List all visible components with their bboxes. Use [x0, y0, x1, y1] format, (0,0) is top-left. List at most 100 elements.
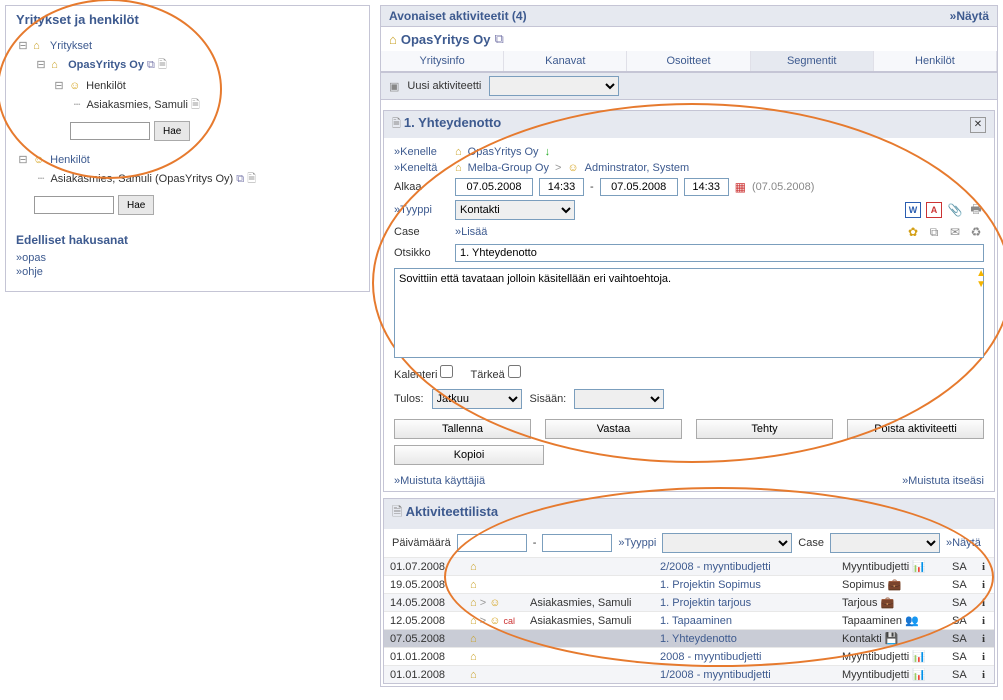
launch-icon[interactable]: ⧉: [147, 59, 155, 71]
table-row[interactable]: 14.05.2008⌂ > ☺Asiakasmies, Samuli1. Pro…: [384, 594, 994, 612]
tab-yritysinfo[interactable]: Yritysinfo: [381, 51, 504, 71]
otsikko-input[interactable]: [455, 244, 984, 262]
vastaa-button[interactable]: Vastaa: [545, 419, 682, 439]
launch-icon[interactable]: ⧉: [926, 224, 942, 240]
info-icon[interactable]: i: [976, 576, 994, 594]
person-search-input[interactable]: [34, 196, 114, 214]
tab-kanavat[interactable]: Kanavat: [504, 51, 627, 71]
calendar-icon[interactable]: ▦: [735, 180, 746, 194]
person-name: Asiakasmies, Samuli: [86, 99, 187, 111]
tyyppi-label[interactable]: »Tyyppi: [394, 204, 449, 216]
case-filter-select[interactable]: [830, 533, 940, 553]
kopioi-button[interactable]: Kopioi: [394, 445, 544, 465]
kalenteri-checkbox-label[interactable]: Kalenteri: [394, 365, 456, 381]
tree-person-full[interactable]: ┄ Asiakasmies, Samuli (OpasYritys Oy) ⧉ …: [16, 168, 359, 191]
alkaa-label: Alkaa: [394, 181, 449, 193]
company-search-input[interactable]: [70, 122, 150, 140]
table-row[interactable]: 19.05.2008⌂1. Projektin SopimusSopimus 💼…: [384, 576, 994, 594]
tehty-button[interactable]: Tehty: [696, 419, 833, 439]
pdf-icon[interactable]: A: [926, 202, 942, 218]
row-desc[interactable]: 2/2008 - myyntibudjetti: [654, 558, 836, 576]
gear-icon[interactable]: ✿: [905, 224, 921, 240]
attachment-icon[interactable]: 📎: [947, 202, 963, 218]
prev-searches-title: Edelliset hakusanat: [16, 233, 359, 247]
arrow-down-icon[interactable]: ↓: [545, 146, 551, 158]
tab-osoitteet[interactable]: Osoitteet: [627, 51, 750, 71]
tarkea-checkbox[interactable]: [508, 365, 521, 378]
info-icon[interactable]: i: [976, 594, 994, 612]
doc-icon[interactable]: 🗎: [247, 173, 256, 185]
company-link[interactable]: OpasYritys Oy: [68, 59, 144, 71]
doc-icon[interactable]: 🗎: [191, 99, 200, 111]
sisaan-select[interactable]: [574, 389, 664, 409]
new-activity-select[interactable]: [489, 76, 619, 96]
notes-textarea[interactable]: Sovittiin että tavataan jolloin käsitell…: [394, 268, 984, 358]
tree-persons-root[interactable]: ⊟ ☺ Henkilöt: [16, 151, 359, 168]
kenelta-org[interactable]: Melba-Group Oy: [468, 162, 549, 174]
row-desc[interactable]: 1. Projektin tarjous: [654, 594, 836, 612]
end-time-input[interactable]: [684, 178, 729, 196]
kalenteri-checkbox[interactable]: [440, 365, 453, 378]
scroll-up-icon[interactable]: ▲: [976, 268, 986, 279]
doc-icon[interactable]: 🗎: [158, 59, 167, 71]
word-icon[interactable]: W: [905, 202, 921, 218]
row-icons: ⌂: [464, 558, 524, 576]
table-row[interactable]: 07.05.2008⌂1. YhteydenottoKontakti 💾SAi: [384, 630, 994, 648]
table-row[interactable]: 01.01.2008⌂1/2008 - myyntibudjettiMyynti…: [384, 666, 994, 684]
kenelle-label[interactable]: »Kenelle: [394, 146, 449, 158]
mail-icon[interactable]: ✉: [947, 224, 963, 240]
scroll-down-icon[interactable]: ▼: [976, 279, 986, 290]
remind-self-link[interactable]: »Muistuta itseäsi: [902, 475, 984, 487]
tab-henkilot[interactable]: Henkilöt: [874, 51, 997, 71]
kenelta-label[interactable]: »Keneltä: [394, 162, 449, 174]
row-desc[interactable]: 1/2008 - myyntibudjetti: [654, 666, 836, 684]
tallenna-button[interactable]: Tallenna: [394, 419, 531, 439]
recycle-icon[interactable]: ♻: [968, 224, 984, 240]
table-row[interactable]: 01.01.2008⌂2008 - myyntibudjettiMyyntibu…: [384, 648, 994, 666]
row-desc[interactable]: 1. Tapaaminen: [654, 612, 836, 630]
show-list-link[interactable]: »Näytä: [946, 537, 981, 549]
tree-company[interactable]: ⊟ ⌂ OpasYritys Oy ⧉ 🗎: [16, 54, 359, 77]
prev-search-item[interactable]: »opas: [16, 251, 359, 265]
row-desc[interactable]: 1. Yhteydenotto: [654, 630, 836, 648]
table-row[interactable]: 12.05.2008⌂ > ☺ calAsiakasmies, Samuli1.…: [384, 612, 994, 630]
tree-companies-root[interactable]: ⊟ ⌂ Yritykset: [16, 37, 359, 54]
print-icon[interactable]: 🖶: [968, 202, 984, 218]
activity-list-table: 01.07.2008⌂2/2008 - myyntibudjettiMyynti…: [384, 557, 994, 683]
company-search-button[interactable]: Hae: [154, 121, 190, 141]
person-search-button[interactable]: Hae: [118, 195, 154, 215]
info-icon[interactable]: i: [976, 630, 994, 648]
poista-button[interactable]: Poista aktiviteetti: [847, 419, 984, 439]
tyyppi-select[interactable]: Kontakti: [455, 200, 575, 220]
home-icon: ⌂: [51, 59, 65, 71]
kenelta-person[interactable]: Adminstrator, System: [585, 162, 690, 174]
square-icon: ▣: [389, 80, 399, 93]
row-desc[interactable]: 2008 - myyntibudjetti: [654, 648, 836, 666]
tarkea-checkbox-label[interactable]: Tärkeä: [470, 365, 523, 381]
date-from-input[interactable]: [457, 534, 527, 552]
info-icon[interactable]: i: [976, 612, 994, 630]
show-link[interactable]: »Näytä: [950, 9, 989, 23]
remind-users-link[interactable]: »Muistuta käyttäjiä: [394, 475, 485, 487]
end-date-input[interactable]: [600, 178, 678, 196]
table-row[interactable]: 01.07.2008⌂2/2008 - myyntibudjettiMyynti…: [384, 558, 994, 576]
close-icon[interactable]: ✕: [970, 117, 986, 133]
kenelle-value[interactable]: OpasYritys Oy: [468, 146, 539, 158]
launch-icon[interactable]: ⧉: [494, 31, 503, 47]
tyyppi-filter-select[interactable]: [662, 533, 792, 553]
row-desc[interactable]: 1. Projektin Sopimus: [654, 576, 836, 594]
tyyppi-filter-label[interactable]: »Tyyppi: [618, 537, 656, 549]
date-to-input[interactable]: [542, 534, 612, 552]
tree-persons-node[interactable]: ⊟ ☺ Henkilöt: [16, 77, 359, 94]
case-add-link[interactable]: »Lisää: [455, 226, 487, 238]
launch-icon[interactable]: ⧉: [236, 173, 244, 185]
prev-search-item[interactable]: »ohje: [16, 265, 359, 279]
info-icon[interactable]: i: [976, 558, 994, 576]
start-time-input[interactable]: [539, 178, 584, 196]
tab-segmentit[interactable]: Segmentit: [751, 51, 874, 71]
tulos-select[interactable]: Jatkuu: [432, 389, 522, 409]
info-icon[interactable]: i: [976, 666, 994, 684]
tree-person[interactable]: ┄ Asiakasmies, Samuli 🗎: [16, 94, 359, 117]
start-date-input[interactable]: [455, 178, 533, 196]
info-icon[interactable]: i: [976, 648, 994, 666]
